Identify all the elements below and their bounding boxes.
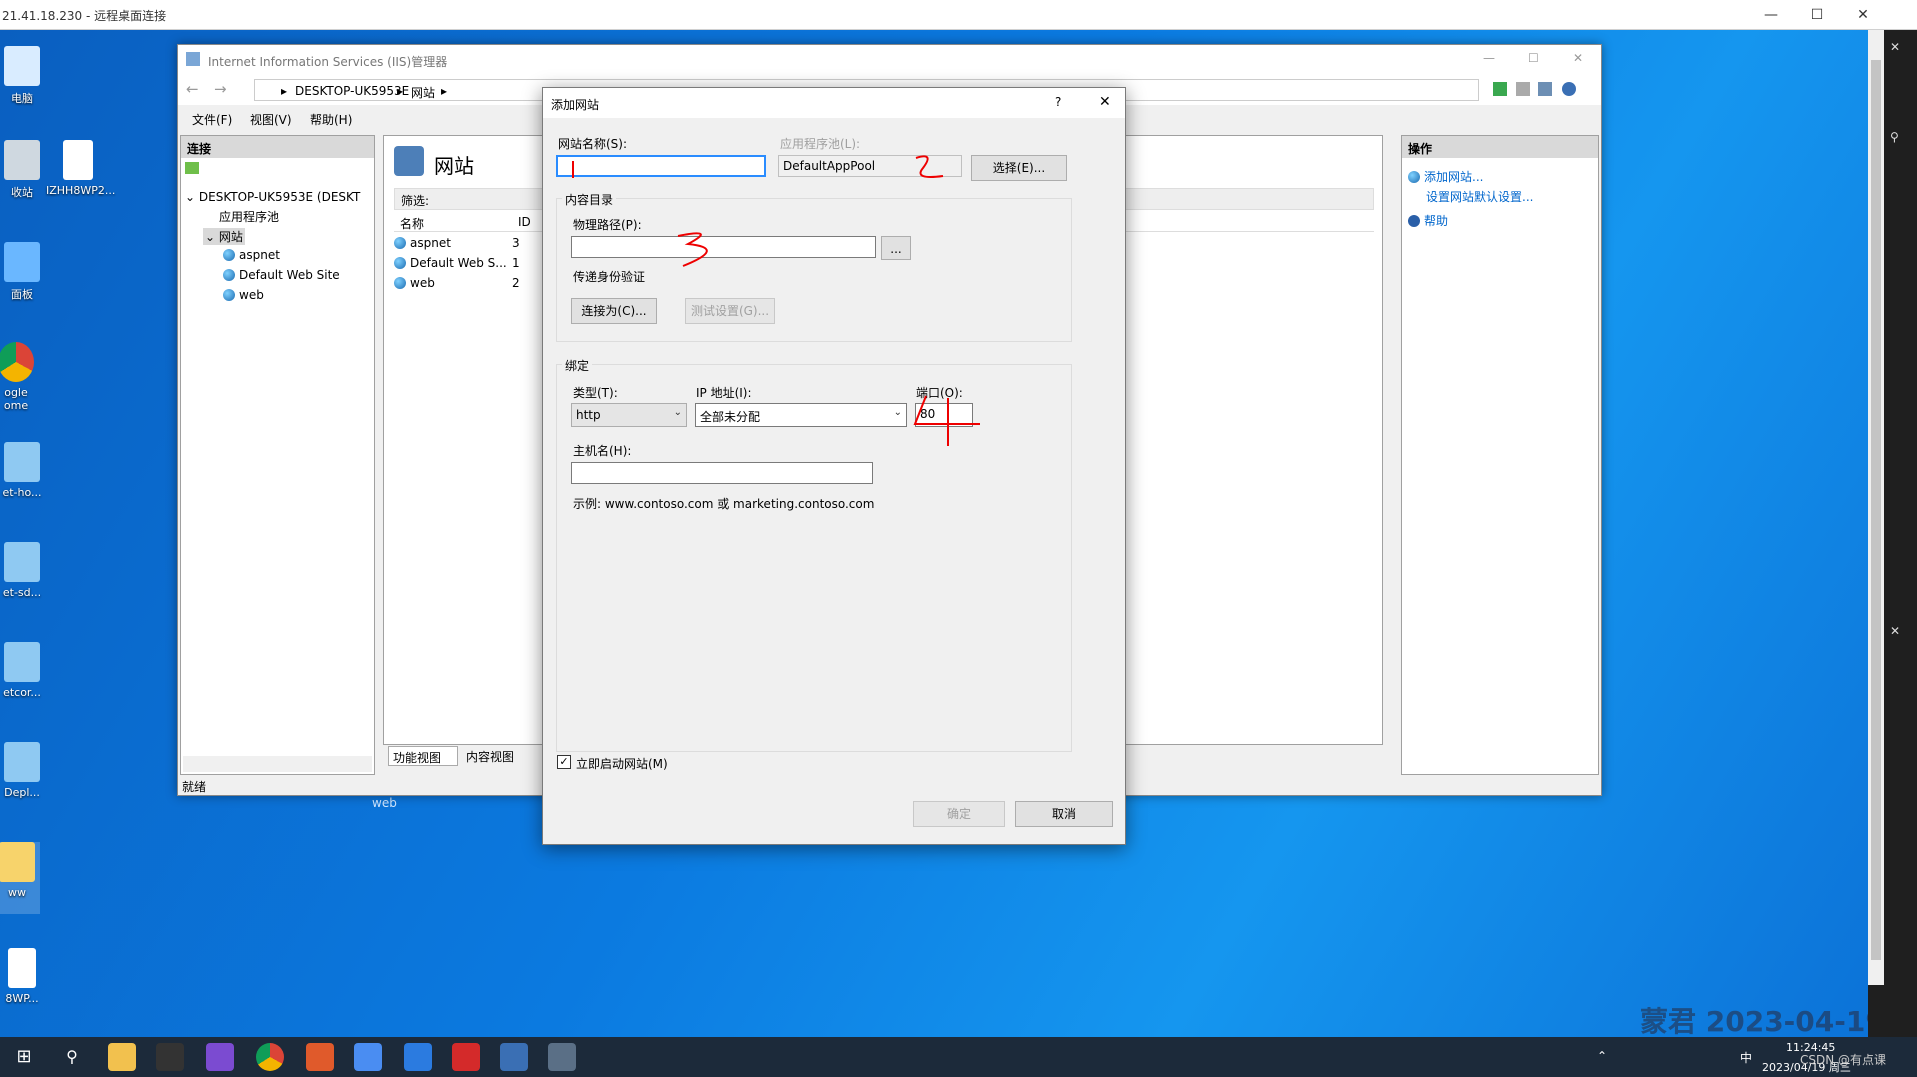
breadcrumb-sep-icon: ▸	[281, 84, 288, 98]
desktop-icon-setup-1[interactable]: et-ho...	[0, 442, 50, 499]
remote-desktop-icon[interactable]	[500, 1043, 528, 1071]
action-help[interactable]: 帮助	[1408, 212, 1448, 229]
annotation-3	[677, 232, 708, 267]
sites-table-row[interactable]: Default Web S... 1	[394, 256, 520, 270]
annotation-2	[915, 155, 944, 178]
connections-header: 连接	[181, 136, 374, 158]
side-close-icon[interactable]: ✕	[1890, 40, 1900, 54]
breadcrumb-sep-icon: ▸	[441, 84, 448, 98]
h-scrollbar[interactable]	[183, 756, 372, 772]
rdp-title: 21.41.18.230 - 远程桌面连接	[2, 9, 167, 23]
tree-node-sites[interactable]: ⌄ 网站	[203, 228, 245, 245]
wps-icon[interactable]	[452, 1043, 480, 1071]
globe-icon	[223, 289, 235, 301]
rdp-scrollbar[interactable]	[1868, 30, 1884, 985]
desktop-icon-file-2[interactable]: 8WP...	[0, 948, 50, 1005]
iis-close-icon[interactable]: ✕	[1573, 51, 1583, 65]
side-close-icon-2[interactable]: ✕	[1890, 624, 1900, 638]
stop-icon[interactable]	[1516, 82, 1530, 96]
globe-icon	[223, 269, 235, 281]
git-icon[interactable]	[306, 1043, 334, 1071]
start-icon[interactable]: ⊞	[10, 1043, 38, 1071]
taskbar: ⊞ ⚲ ⌃ 中 11:24:45 2023/04/19 周三 CSDN @有点课	[0, 1037, 1917, 1077]
iis-maximize-icon[interactable]: ☐	[1528, 51, 1539, 65]
desktop-icon-file[interactable]: IZHH8WP2...	[46, 140, 115, 197]
actions-header: 操作	[1402, 136, 1598, 158]
desktop-icon-setup-4[interactable]: Depl...	[0, 742, 50, 799]
desktop-icon-control-panel[interactable]: 面板	[0, 242, 50, 302]
desktop-icon-folder[interactable]: ww	[0, 842, 40, 914]
iis-title: Internet Information Services (IIS)管理器	[208, 55, 448, 69]
maximize-icon[interactable]: ☐	[1794, 0, 1840, 30]
tree-node-server[interactable]: ⌄ DESKTOP-UK5953E (DESKT	[185, 190, 360, 204]
iis-minimize-icon[interactable]: —	[1483, 51, 1495, 65]
iis-app-icon	[186, 52, 200, 66]
tree-node-default-web-site[interactable]: Default Web Site	[223, 268, 340, 282]
col-name[interactable]: 名称	[400, 215, 424, 232]
refresh-icon[interactable]	[1493, 82, 1507, 96]
forward-icon[interactable]: →	[214, 80, 227, 98]
sites-heading: 网站	[434, 154, 474, 178]
ime-indicator[interactable]: 中	[1740, 1049, 1752, 1066]
iis-taskbar-icon[interactable]	[548, 1043, 576, 1071]
file-explorer-icon[interactable]	[108, 1043, 136, 1071]
breadcrumb-sites[interactable]: 网站	[411, 84, 435, 101]
help-icon[interactable]	[1562, 82, 1576, 96]
menu-help[interactable]: 帮助(H)	[310, 111, 352, 128]
side-search-icon[interactable]: ⚲	[1890, 130, 1899, 144]
add-website-dialog: 添加网站 ? ✕ 网站名称(S): 应用程序池(L): DefaultAppPo…	[542, 87, 1126, 845]
tab-features-view[interactable]: 功能视图	[388, 746, 458, 766]
connections-panel: 连接 ⌄ DESKTOP-UK5953E (DESKT 应用程序池 ⌄ 网站 a…	[180, 135, 375, 775]
annotation-4	[913, 395, 980, 446]
tab-content-view[interactable]: 内容视图	[462, 746, 534, 766]
chrome-icon[interactable]	[256, 1043, 284, 1071]
globe-icon	[223, 249, 235, 261]
tray-chevron-icon[interactable]: ⌃	[1597, 1049, 1607, 1063]
desktop-icon-setup-2[interactable]: et-sd...	[0, 542, 50, 599]
close-icon[interactable]: ✕	[1840, 0, 1886, 30]
scrollbar-thumb[interactable]	[1871, 60, 1881, 960]
search-icon[interactable]: ⚲	[58, 1043, 86, 1071]
csdn-watermark: CSDN @有点课	[1800, 1053, 1887, 1067]
chevron-down-icon[interactable]: ⌄	[185, 190, 199, 204]
actions-panel: 操作 添加网站... 设置网站默认设置... 帮助	[1401, 135, 1599, 775]
desktop-icon-recycle-bin[interactable]: 收站	[0, 140, 50, 200]
watermark: 蒙君 2023-04-19	[1640, 1005, 1885, 1037]
home-icon[interactable]	[1538, 82, 1552, 96]
action-site-defaults[interactable]: 设置网站默认设置...	[1426, 188, 1533, 205]
iis-title-bar: Internet Information Services (IIS)管理器 —…	[178, 45, 1601, 75]
unity-icon[interactable]	[156, 1043, 184, 1071]
col-id[interactable]: ID	[518, 215, 531, 229]
action-add-site[interactable]: 添加网站...	[1408, 168, 1483, 185]
desktop-icon-chrome[interactable]: ogle ome	[0, 342, 44, 412]
sites-icon	[394, 146, 424, 176]
desktop-icon-computer[interactable]: 电脑	[0, 46, 50, 106]
menu-view[interactable]: 视图(V)	[250, 111, 292, 128]
tree-node-web[interactable]: web	[223, 288, 264, 302]
sites-table-row[interactable]: web 2	[394, 276, 520, 290]
breadcrumb-server[interactable]: DESKTOP-UK5953E	[295, 84, 409, 98]
visual-studio-icon[interactable]	[206, 1043, 234, 1071]
menu-file[interactable]: 文件(F)	[192, 111, 232, 128]
filter-label: 筛选:	[401, 194, 430, 208]
tree-node-app-pools[interactable]: 应用程序池	[219, 208, 279, 225]
status-bar: 就绪	[182, 780, 207, 794]
red-annotations	[572, 155, 980, 446]
back-icon[interactable]: ←	[186, 80, 199, 98]
desktop-web-label: web	[372, 796, 397, 810]
rdp-title-bar: 21.41.18.230 - 远程桌面连接 — ☐ ✕	[0, 0, 1917, 30]
add-connection-icon[interactable]	[185, 162, 199, 174]
app-icon-1[interactable]	[354, 1043, 382, 1071]
tree-node-aspnet[interactable]: aspnet	[223, 248, 280, 262]
desktop-icon-setup-3[interactable]: etcor...	[0, 642, 50, 699]
app-icon-2[interactable]	[404, 1043, 432, 1071]
chevron-down-icon[interactable]: ⌄	[205, 230, 219, 244]
minimize-icon[interactable]: —	[1748, 0, 1794, 30]
breadcrumb-sep-icon: ▸	[397, 84, 404, 98]
sites-table-row[interactable]: aspnet 3	[394, 236, 520, 250]
